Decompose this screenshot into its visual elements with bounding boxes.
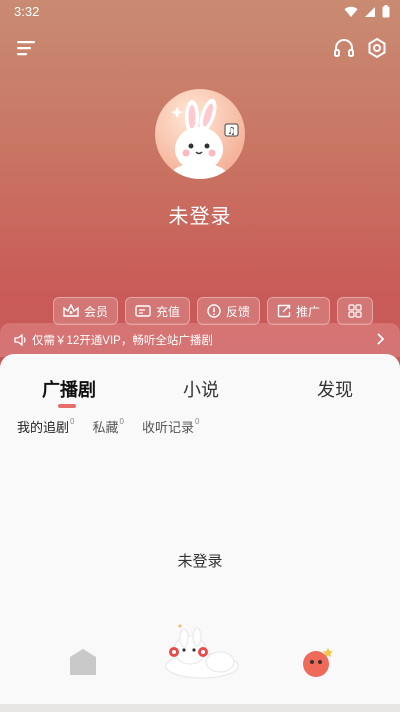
vip-member-label: 会员 (84, 304, 109, 319)
bunny-avatar-icon: ♫ (171, 98, 239, 179)
settings-icon[interactable] (365, 36, 389, 60)
sub-tabs: 我的追剧 0 私藏 0 收听记录 0 (17, 417, 199, 436)
tab-radio-drama[interactable]: 广播剧 (42, 376, 96, 402)
recharge-button[interactable]: 充值 (125, 297, 191, 325)
subtab-following[interactable]: 我的追剧 0 (17, 417, 74, 436)
grid-icon (348, 304, 362, 318)
subtab-following-label: 我的追剧 (17, 420, 70, 435)
active-tab-indicator (58, 404, 76, 408)
feedback-button[interactable]: 反馈 (197, 297, 261, 325)
status-bar: 3:32 (0, 0, 400, 24)
avatar[interactable]: ♫ (155, 89, 245, 179)
share-icon (277, 304, 291, 318)
main-tabs: 广播剧 小说 发现 (0, 376, 400, 406)
subtab-history-count: 0 (194, 417, 200, 426)
menu-icon[interactable] (14, 36, 38, 60)
signal-icon (365, 6, 375, 17)
recharge-label: 充值 (156, 304, 181, 319)
alert-icon (207, 304, 221, 318)
vip-promo-banner[interactable]: 仅需￥12开通VIP，畅听全站广播剧 (0, 323, 400, 357)
ticket-icon (135, 305, 151, 317)
system-nav-bar (0, 704, 400, 712)
bunny-mascot-icon[interactable] (160, 620, 242, 680)
more-button[interactable] (337, 297, 374, 325)
status-time: 3:32 (14, 4, 40, 19)
empty-state-text: 未登录 (177, 553, 223, 570)
vip-promo-text: 仅需￥12开通VIP，畅听全站广播剧 (32, 335, 213, 347)
tab-novel[interactable]: 小说 (183, 376, 219, 402)
bottom-nav (0, 624, 400, 712)
feedback-label: 反馈 (226, 304, 251, 319)
battery-icon (382, 5, 390, 18)
home-icon[interactable] (66, 645, 100, 679)
promote-label: 推广 (296, 304, 321, 319)
tab-discover[interactable]: 发现 (317, 376, 353, 402)
crown-icon (63, 304, 79, 317)
subtab-favorites[interactable]: 私藏 0 (92, 417, 123, 436)
subtab-favorites-label: 私藏 (92, 420, 119, 435)
quick-actions: 会员 充值 反馈 推广 (53, 297, 374, 325)
status-icons (344, 5, 390, 18)
subtab-favorites-count: 0 (119, 417, 124, 426)
subtab-history-label: 收听记录 (141, 420, 194, 435)
login-status-title[interactable]: 未登录 (0, 200, 400, 229)
subtab-following-count: 0 (70, 417, 75, 426)
wifi-icon (344, 6, 358, 17)
vip-member-button[interactable]: 会员 (53, 297, 119, 325)
speaker-icon (14, 334, 26, 346)
red-bean-icon[interactable] (300, 644, 336, 680)
chevron-right-icon (377, 333, 385, 345)
svg-text:♫: ♫ (227, 126, 236, 137)
promote-button[interactable]: 推广 (267, 297, 331, 325)
headphones-icon[interactable] (332, 36, 356, 60)
subtab-history[interactable]: 收听记录 0 (142, 417, 199, 436)
